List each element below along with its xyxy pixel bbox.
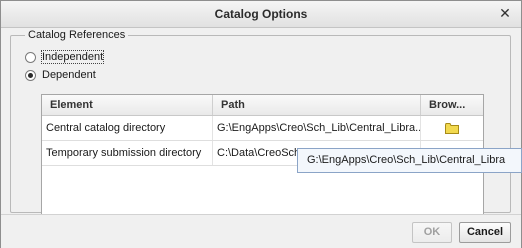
group-legend: Catalog References [25, 29, 129, 41]
dialog-title: Catalog Options [214, 7, 308, 21]
radio-button-unchecked[interactable] [25, 51, 36, 63]
path-cell[interactable]: G:\EngApps\Creo\Sch_Lib\Central_Libra... [213, 116, 421, 140]
radio-independent[interactable]: Independent [25, 50, 105, 64]
column-header-path[interactable]: Path [213, 95, 421, 115]
radio-independent-label[interactable]: Independent [40, 50, 105, 64]
column-header-browse[interactable]: Brow... [421, 95, 483, 115]
path-tooltip: G:\EngApps\Creo\Sch_Lib\Central_Libra [297, 148, 522, 173]
element-cell: Central catalog directory [42, 116, 213, 140]
dialog-content: Catalog References Independent Dependent… [1, 28, 521, 223]
radio-button-checked[interactable] [25, 69, 36, 81]
ok-button[interactable]: OK [412, 222, 452, 243]
cancel-button[interactable]: Cancel [459, 222, 511, 243]
folder-icon[interactable] [445, 123, 459, 134]
element-cell: Temporary submission directory [42, 141, 213, 165]
table-header: Element Path Brow... [42, 95, 483, 116]
table-row[interactable]: Central catalog directory G:\EngApps\Cre… [42, 116, 483, 141]
column-header-element[interactable]: Element [42, 95, 213, 115]
title-bar: Catalog Options ✕ [1, 1, 521, 28]
close-icon[interactable]: ✕ [497, 5, 513, 21]
radio-dependent-label[interactable]: Dependent [42, 69, 96, 81]
catalog-options-dialog: Catalog Options ✕ Catalog References Ind… [0, 0, 522, 248]
browse-cell[interactable] [421, 116, 483, 140]
radio-dependent[interactable]: Dependent [25, 68, 96, 82]
dialog-footer: OK Cancel [1, 214, 521, 248]
